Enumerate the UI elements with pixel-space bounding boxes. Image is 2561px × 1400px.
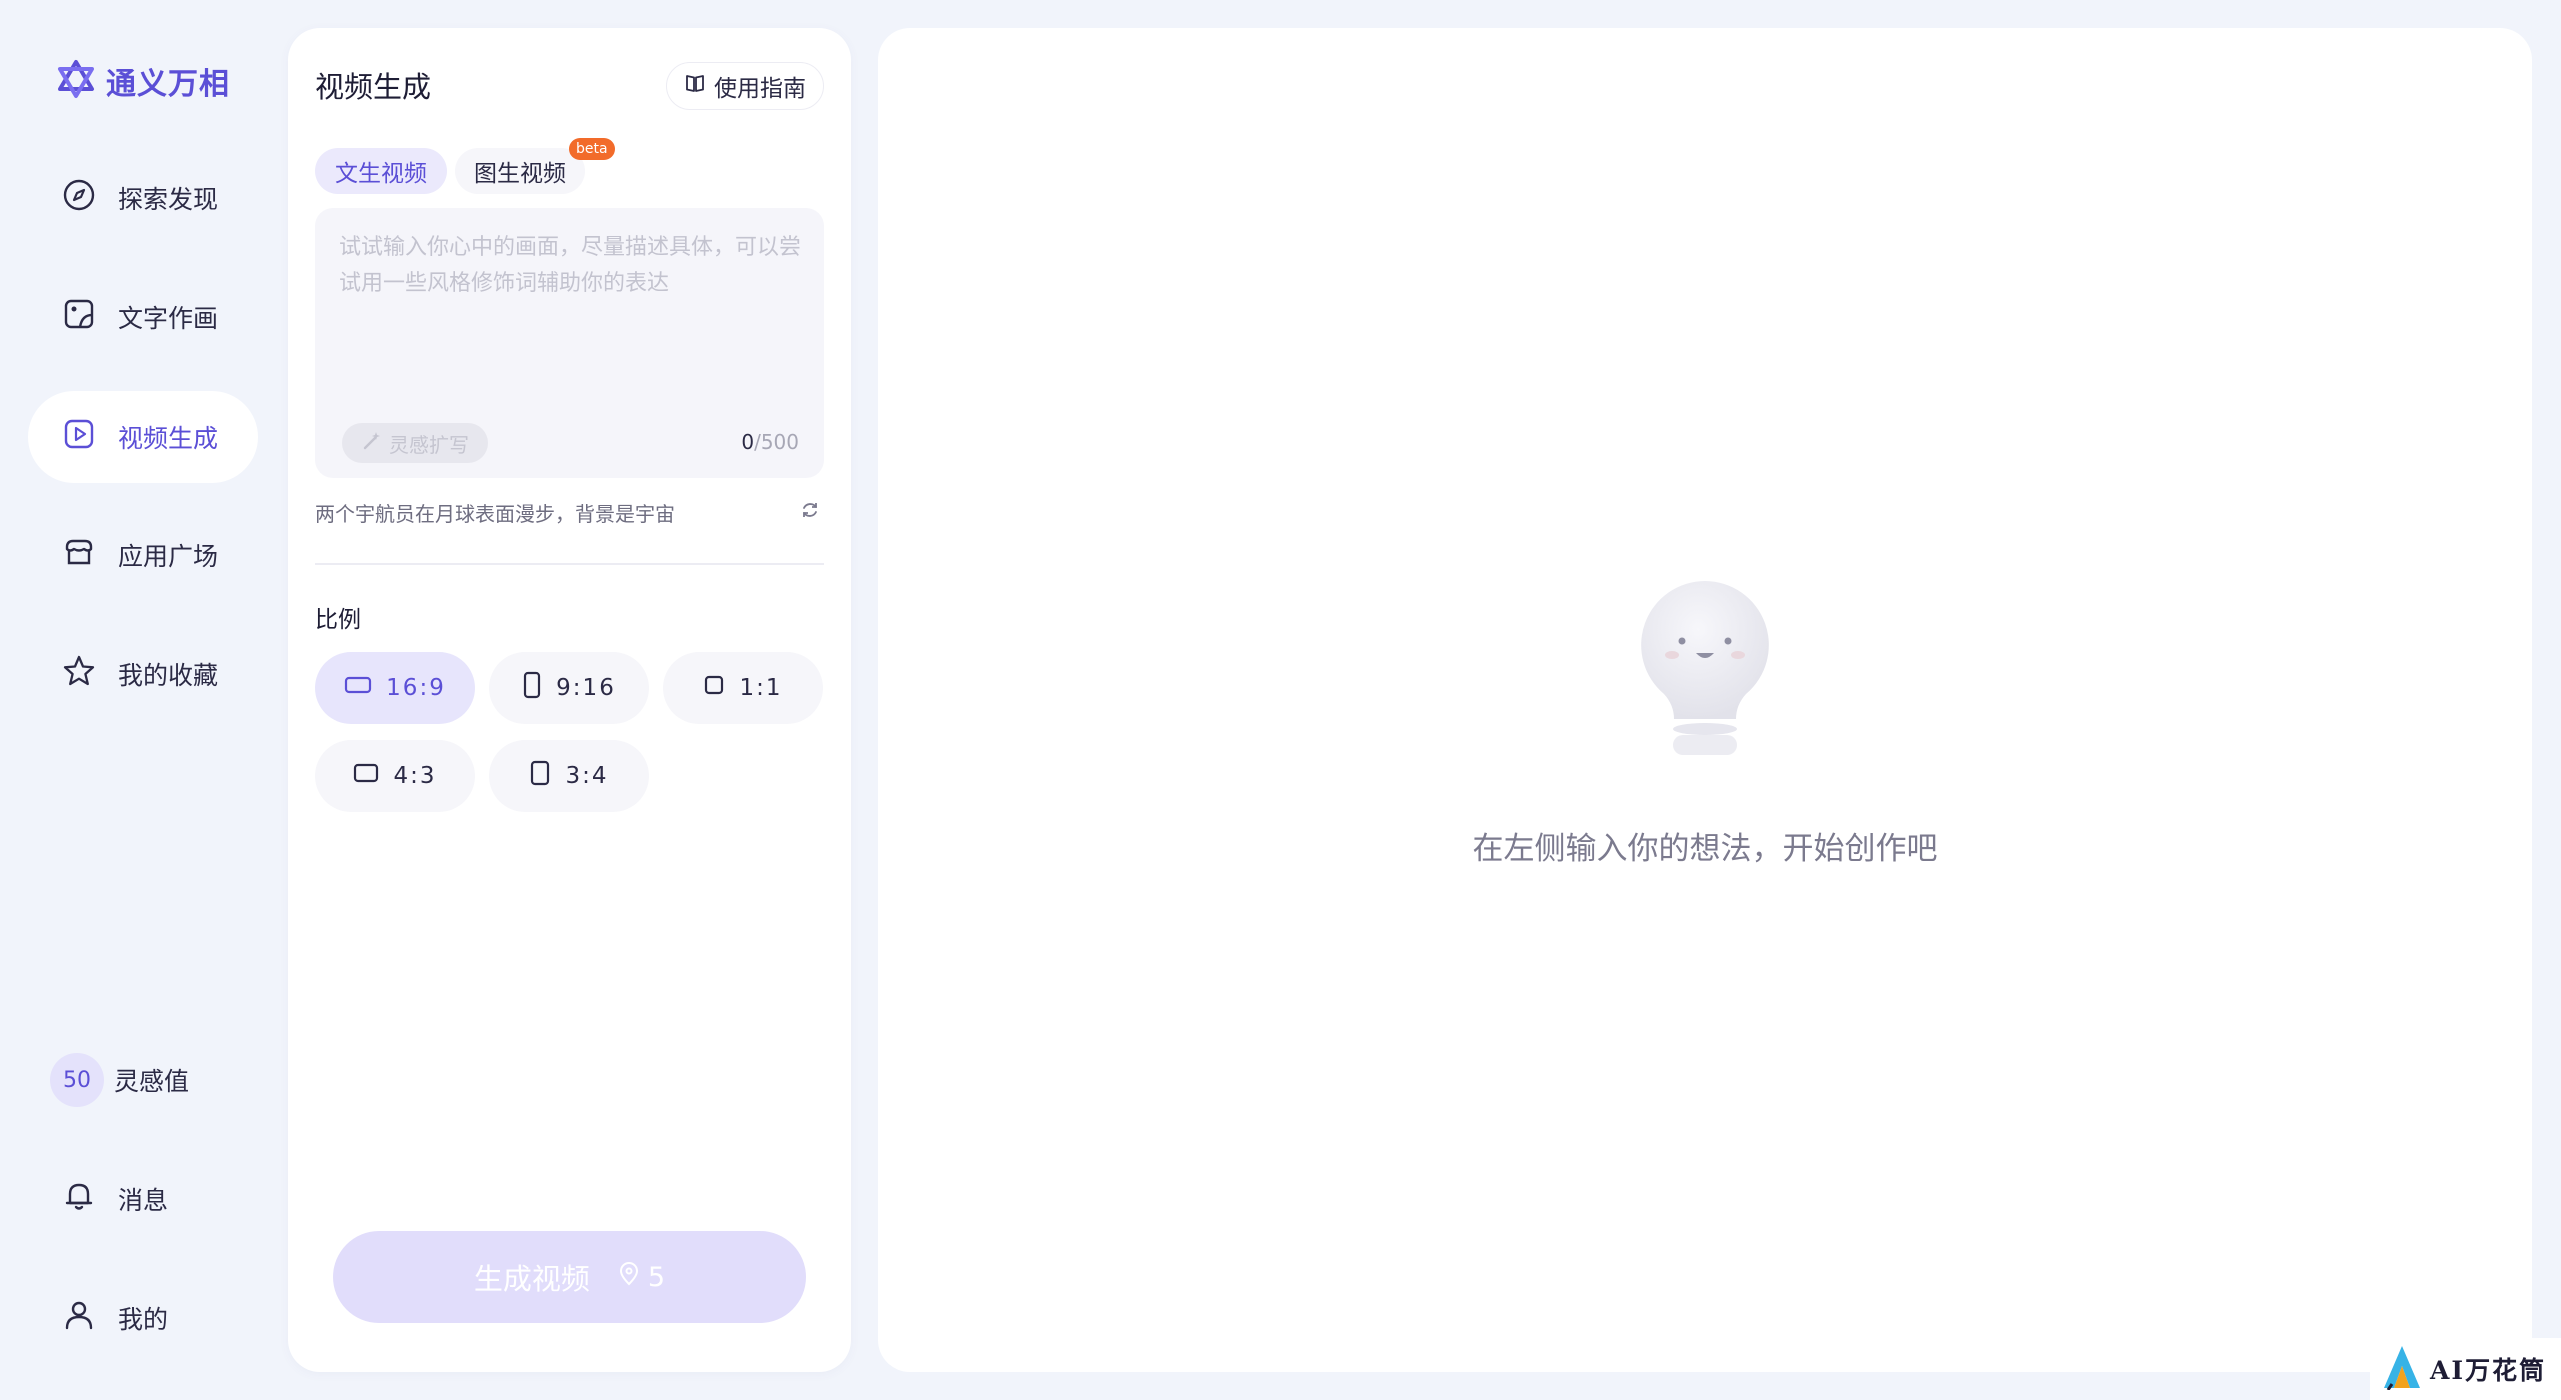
ratio-label-text: 16:9 (386, 675, 446, 701)
ratio-option-16-9[interactable]: 16:9 (315, 652, 475, 724)
cost-value: 5 (647, 1261, 666, 1293)
compass-icon (62, 178, 96, 218)
panel-title: 视频生成 (315, 70, 432, 104)
landscape-ratio-icon (344, 675, 372, 701)
empty-state-text: 在左侧输入你的想法，开始创作吧 (1472, 831, 1938, 867)
refresh-icon[interactable] (800, 500, 820, 524)
char-counter: 0/500 (741, 430, 799, 454)
watermark: AI万花筒 (2370, 1338, 2561, 1400)
app-name: 通义万相 (106, 67, 230, 102)
nav-item-label: 应用广场 (118, 542, 219, 571)
video-play-icon (62, 417, 96, 457)
ratio-label-text: 4:3 (393, 763, 437, 789)
nav-item-explore[interactable]: 探索发现 (28, 152, 258, 244)
ratio-label: 比例 (315, 607, 361, 633)
nav-item-profile[interactable]: 我的 (28, 1272, 258, 1364)
beta-badge: beta (569, 138, 615, 160)
char-count-current: 0 (741, 430, 755, 454)
generate-video-button[interactable]: 生成视频 5 (333, 1231, 806, 1323)
nav-item-label: 文字作画 (118, 304, 219, 333)
nav-item-inspiration-points[interactable]: 50 灵感值 (28, 1034, 258, 1126)
store-icon (62, 535, 96, 575)
points-badge: 50 (50, 1053, 104, 1107)
sidebar: 通义万相 探索发现 文字作画 视频生成 应用广场 我的收藏 50 灵感值 消息 … (0, 0, 280, 1400)
location-pin-icon (618, 1261, 640, 1293)
prompt-box: 灵感扩写 0/500 (315, 208, 824, 478)
nav-item-video-generation[interactable]: 视频生成 (28, 391, 258, 483)
book-icon (684, 72, 706, 100)
user-guide-button[interactable]: 使用指南 (666, 62, 824, 110)
nav-item-app-plaza[interactable]: 应用广场 (28, 509, 258, 601)
lightbulb-icon (1632, 573, 1778, 767)
nav-item-label: 消息 (118, 1186, 169, 1215)
user-guide-label: 使用指南 (714, 76, 806, 102)
nav-item-label: 我的 (118, 1305, 169, 1334)
ratio-label-text: 9:16 (556, 675, 616, 701)
divider (315, 563, 824, 565)
ratio-option-4-3[interactable]: 4:3 (315, 740, 475, 812)
nav-item-messages[interactable]: 消息 (28, 1153, 258, 1245)
square-ratio-icon (703, 674, 725, 702)
nav-item-text-to-image[interactable]: 文字作画 (28, 271, 258, 363)
star-icon (62, 654, 96, 694)
app-logo[interactable]: 通义万相 (56, 56, 230, 106)
nav-item-label: 探索发现 (118, 185, 219, 214)
magic-wand-icon (361, 430, 383, 457)
generate-label: 生成视频 (473, 1262, 590, 1296)
bell-icon (62, 1179, 96, 1219)
watermark-logo (2382, 1344, 2424, 1394)
prompt-suggestion[interactable]: 两个宇航员在月球表面漫步，背景是宇宙 (315, 498, 675, 527)
portrait-ratio-icon (522, 671, 542, 705)
nav-item-label: 视频生成 (118, 424, 219, 453)
ratio-label-text: 1:1 (739, 675, 783, 701)
cost-indicator: 5 (618, 1262, 665, 1293)
user-icon (62, 1298, 96, 1338)
logo-icon (56, 59, 96, 103)
prompt-input[interactable] (339, 230, 804, 390)
image-edit-icon (62, 297, 96, 337)
char-count-max: /500 (754, 430, 799, 454)
ratio-option-9-16[interactable]: 9:16 (489, 652, 649, 724)
app-root: 通义万相 探索发现 文字作画 视频生成 应用广场 我的收藏 50 灵感值 消息 … (0, 0, 2561, 1400)
nav-item-favorites[interactable]: 我的收藏 (28, 628, 258, 720)
inspiration-expand-button[interactable]: 灵感扩写 (342, 423, 488, 463)
points-label: 灵感值 (114, 1067, 190, 1096)
ratio-option-3-4[interactable]: 3:4 (489, 740, 649, 812)
portrait-ratio-icon (529, 760, 551, 792)
nav-item-label: 我的收藏 (118, 661, 219, 690)
watermark-text: AI万花筒 (2430, 1356, 2547, 1385)
tab-image-to-video[interactable]: 图生视频 (455, 148, 585, 194)
ratio-option-1-1[interactable]: 1:1 (663, 652, 823, 724)
tab-text-to-video[interactable]: 文生视频 (315, 148, 447, 194)
preview-panel: 在左侧输入你的想法，开始创作吧 (878, 28, 2532, 1372)
inspiration-expand-label: 灵感扩写 (389, 432, 469, 457)
ratio-label-text: 3:4 (565, 763, 609, 789)
landscape-ratio-icon (353, 762, 379, 790)
video-generation-panel: 视频生成 使用指南 文生视频 图生视频 beta 灵感扩写 0/500 两个宇航… (288, 28, 851, 1372)
